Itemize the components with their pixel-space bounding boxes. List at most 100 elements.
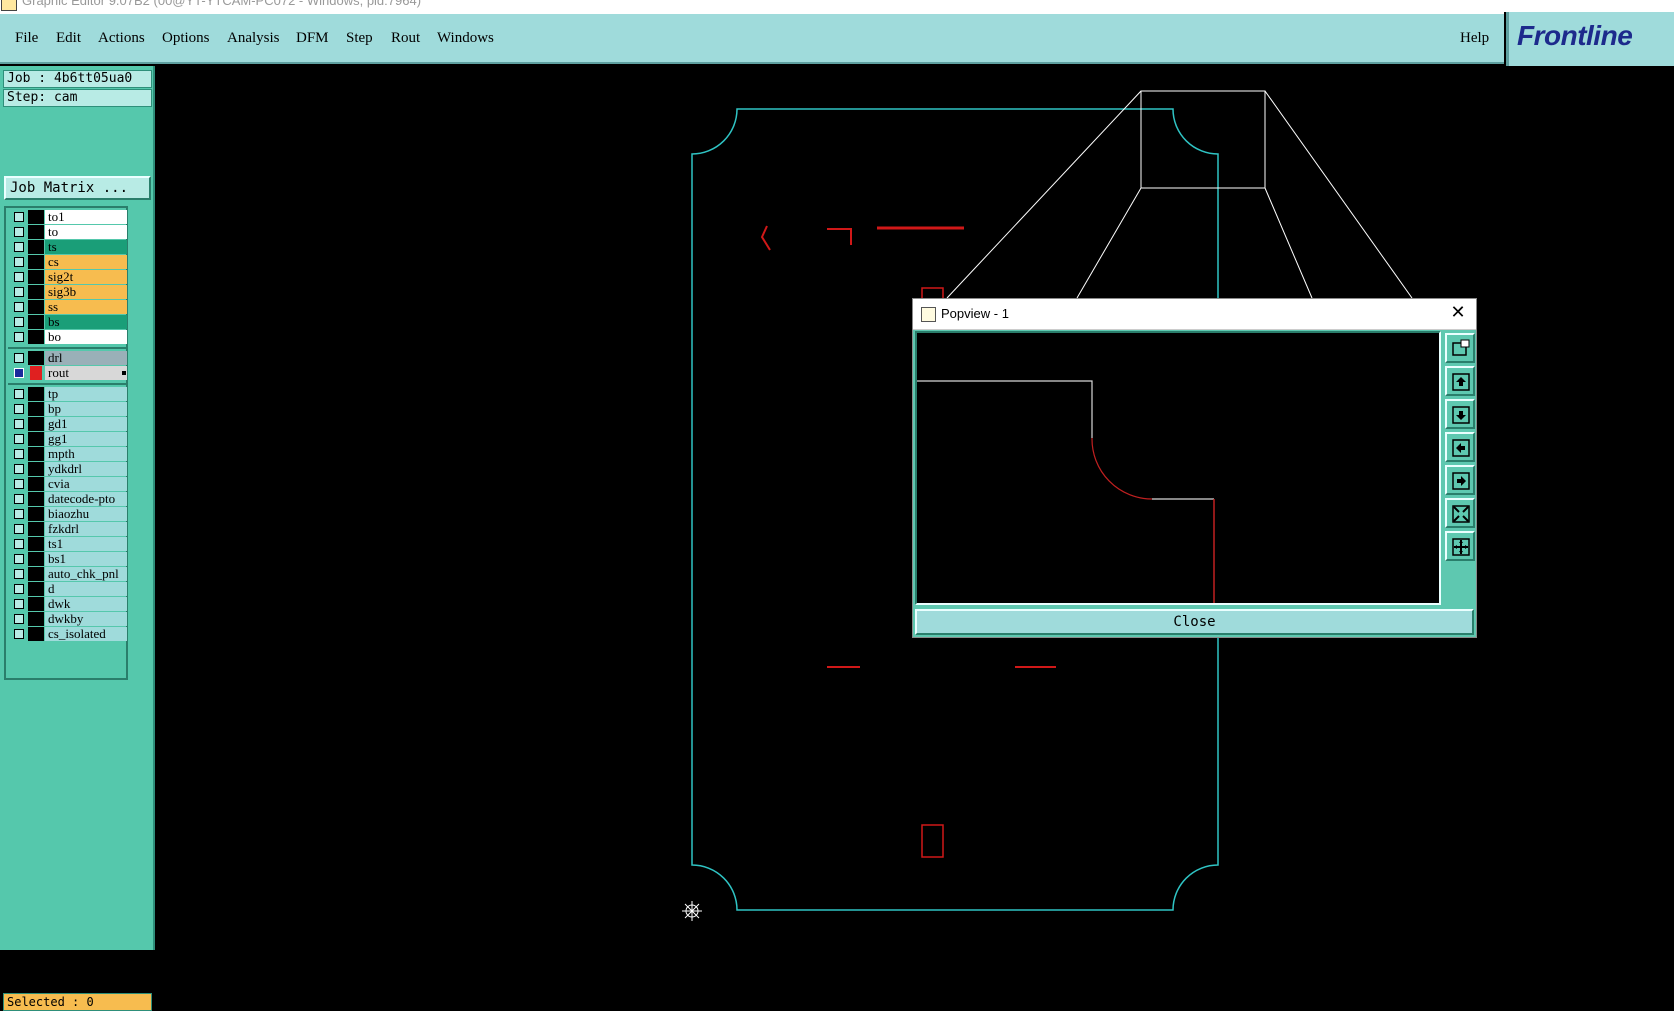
menu-help[interactable]: Help [1460,30,1489,47]
layer-name[interactable]: bp [45,402,128,416]
layer-checkbox[interactable] [14,242,24,252]
pan-up-button[interactable] [1445,366,1475,396]
layer-row-rout[interactable]: rout [8,366,128,380]
layer-color-swatch[interactable] [28,255,44,269]
layer-checkbox[interactable] [14,227,24,237]
layer-row-cvia[interactable]: cvia [8,477,128,491]
layer-name[interactable]: biaozhu [45,507,128,521]
layer-name[interactable]: fzkdrl [45,522,128,536]
layer-checkbox[interactable] [14,389,24,399]
layer-color-swatch[interactable] [28,477,44,491]
layer-checkbox[interactable] [14,449,24,459]
pan-left-button[interactable] [1445,432,1475,462]
menu-edit[interactable]: Edit [56,30,81,47]
layer-name[interactable]: datecode-pto [45,492,128,506]
layer-row-dwk[interactable]: dwk [8,597,128,611]
layer-row-tp[interactable]: tp [8,387,128,401]
layer-name[interactable]: bs1 [45,552,128,566]
layer-name[interactable]: sig2t [45,270,128,284]
layer-checkbox[interactable] [14,317,24,327]
layer-color-swatch[interactable] [28,567,44,581]
layer-checkbox[interactable] [14,479,24,489]
layer-checkbox[interactable] [14,539,24,549]
layer-checkbox[interactable] [14,524,24,534]
layer-row-ss[interactable]: ss [8,300,128,314]
layer-name[interactable]: ts [45,240,128,254]
layer-checkbox[interactable] [14,554,24,564]
layer-color-swatch[interactable] [28,597,44,611]
layer-color-swatch[interactable] [28,552,44,566]
layer-color-swatch[interactable] [28,300,44,314]
layer-color-swatch[interactable] [28,612,44,626]
zoom-home-button[interactable] [1445,333,1475,363]
layer-name[interactable]: to [45,225,128,239]
layer-name[interactable]: cvia [45,477,128,491]
layer-row-drl[interactable]: drl [8,351,128,365]
layer-color-swatch[interactable] [28,522,44,536]
layer-row-datecode-pto[interactable]: datecode-pto [8,492,128,506]
zoom-out-button[interactable] [1445,498,1475,528]
layer-checkbox[interactable] [14,302,24,312]
layer-color-swatch[interactable] [28,240,44,254]
menu-actions[interactable]: Actions [98,30,145,47]
layer-checkbox[interactable] [14,509,24,519]
menu-options[interactable]: Options [162,30,210,47]
layer-name[interactable]: cs [45,255,128,269]
zoom-in-button[interactable] [1445,531,1475,561]
layer-color-swatch[interactable] [28,582,44,596]
pan-down-button[interactable] [1445,399,1475,429]
layer-checkbox[interactable] [14,404,24,414]
layer-name[interactable]: to1 [45,210,128,224]
layer-name[interactable]: mpth [45,447,128,461]
layer-row-ts1[interactable]: ts1 [8,537,128,551]
layer-row-gd1[interactable]: gd1 [8,417,128,431]
layer-checkbox[interactable] [14,353,24,363]
layer-color-swatch[interactable] [28,225,44,239]
layer-row-gg1[interactable]: gg1 [8,432,128,446]
layer-checkbox[interactable] [14,599,24,609]
layer-name[interactable]: cs_isolated [45,627,128,641]
layer-name[interactable]: dwkby [45,612,128,626]
layer-name[interactable]: sig3b [45,285,128,299]
layer-row-bp[interactable]: bp [8,402,128,416]
layer-checkbox[interactable] [14,434,24,444]
layer-color-swatch[interactable] [28,432,44,446]
layer-name[interactable]: dwk [45,597,128,611]
menu-file[interactable]: File [15,30,38,47]
layer-checkbox[interactable] [14,614,24,624]
popview-canvas[interactable] [915,331,1441,605]
layer-name[interactable]: drl [45,351,128,365]
layer-color-swatch[interactable] [28,210,44,224]
layer-row-auto_chk_pnl[interactable]: auto_chk_pnl [8,567,128,581]
layer-row-sig2t[interactable]: sig2t [8,270,128,284]
layer-color-swatch[interactable] [28,402,44,416]
layer-row-ts[interactable]: ts [8,240,128,254]
layer-color-swatch[interactable] [28,315,44,329]
layer-checkbox[interactable] [14,332,24,342]
layer-checkbox[interactable] [14,419,24,429]
job-matrix-button[interactable]: Job Matrix ... [4,176,151,200]
layer-checkbox[interactable] [14,494,24,504]
layer-row-fzkdrl[interactable]: fzkdrl [8,522,128,536]
layer-name[interactable]: auto_chk_pnl [45,567,128,581]
layer-checkbox[interactable] [14,569,24,579]
layer-checkbox[interactable] [14,257,24,267]
layer-color-swatch[interactable] [28,285,44,299]
layer-color-swatch[interactable] [30,366,42,380]
layer-name[interactable]: ss [45,300,128,314]
layer-name[interactable]: gd1 [45,417,128,431]
layer-checkbox[interactable] [14,368,24,378]
layer-color-swatch[interactable] [28,417,44,431]
layer-name[interactable]: rout [45,366,128,380]
layer-color-swatch[interactable] [28,270,44,284]
layer-row-to[interactable]: to [8,225,128,239]
layer-color-swatch[interactable] [28,627,44,641]
layer-row-bs1[interactable]: bs1 [8,552,128,566]
layer-color-swatch[interactable] [28,507,44,521]
layer-row-sig3b[interactable]: sig3b [8,285,128,299]
layer-row-bo[interactable]: bo [8,330,128,344]
layer-color-swatch[interactable] [28,330,44,344]
layer-name[interactable]: gg1 [45,432,128,446]
layer-row-biaozhu[interactable]: biaozhu [8,507,128,521]
layer-checkbox[interactable] [14,212,24,222]
